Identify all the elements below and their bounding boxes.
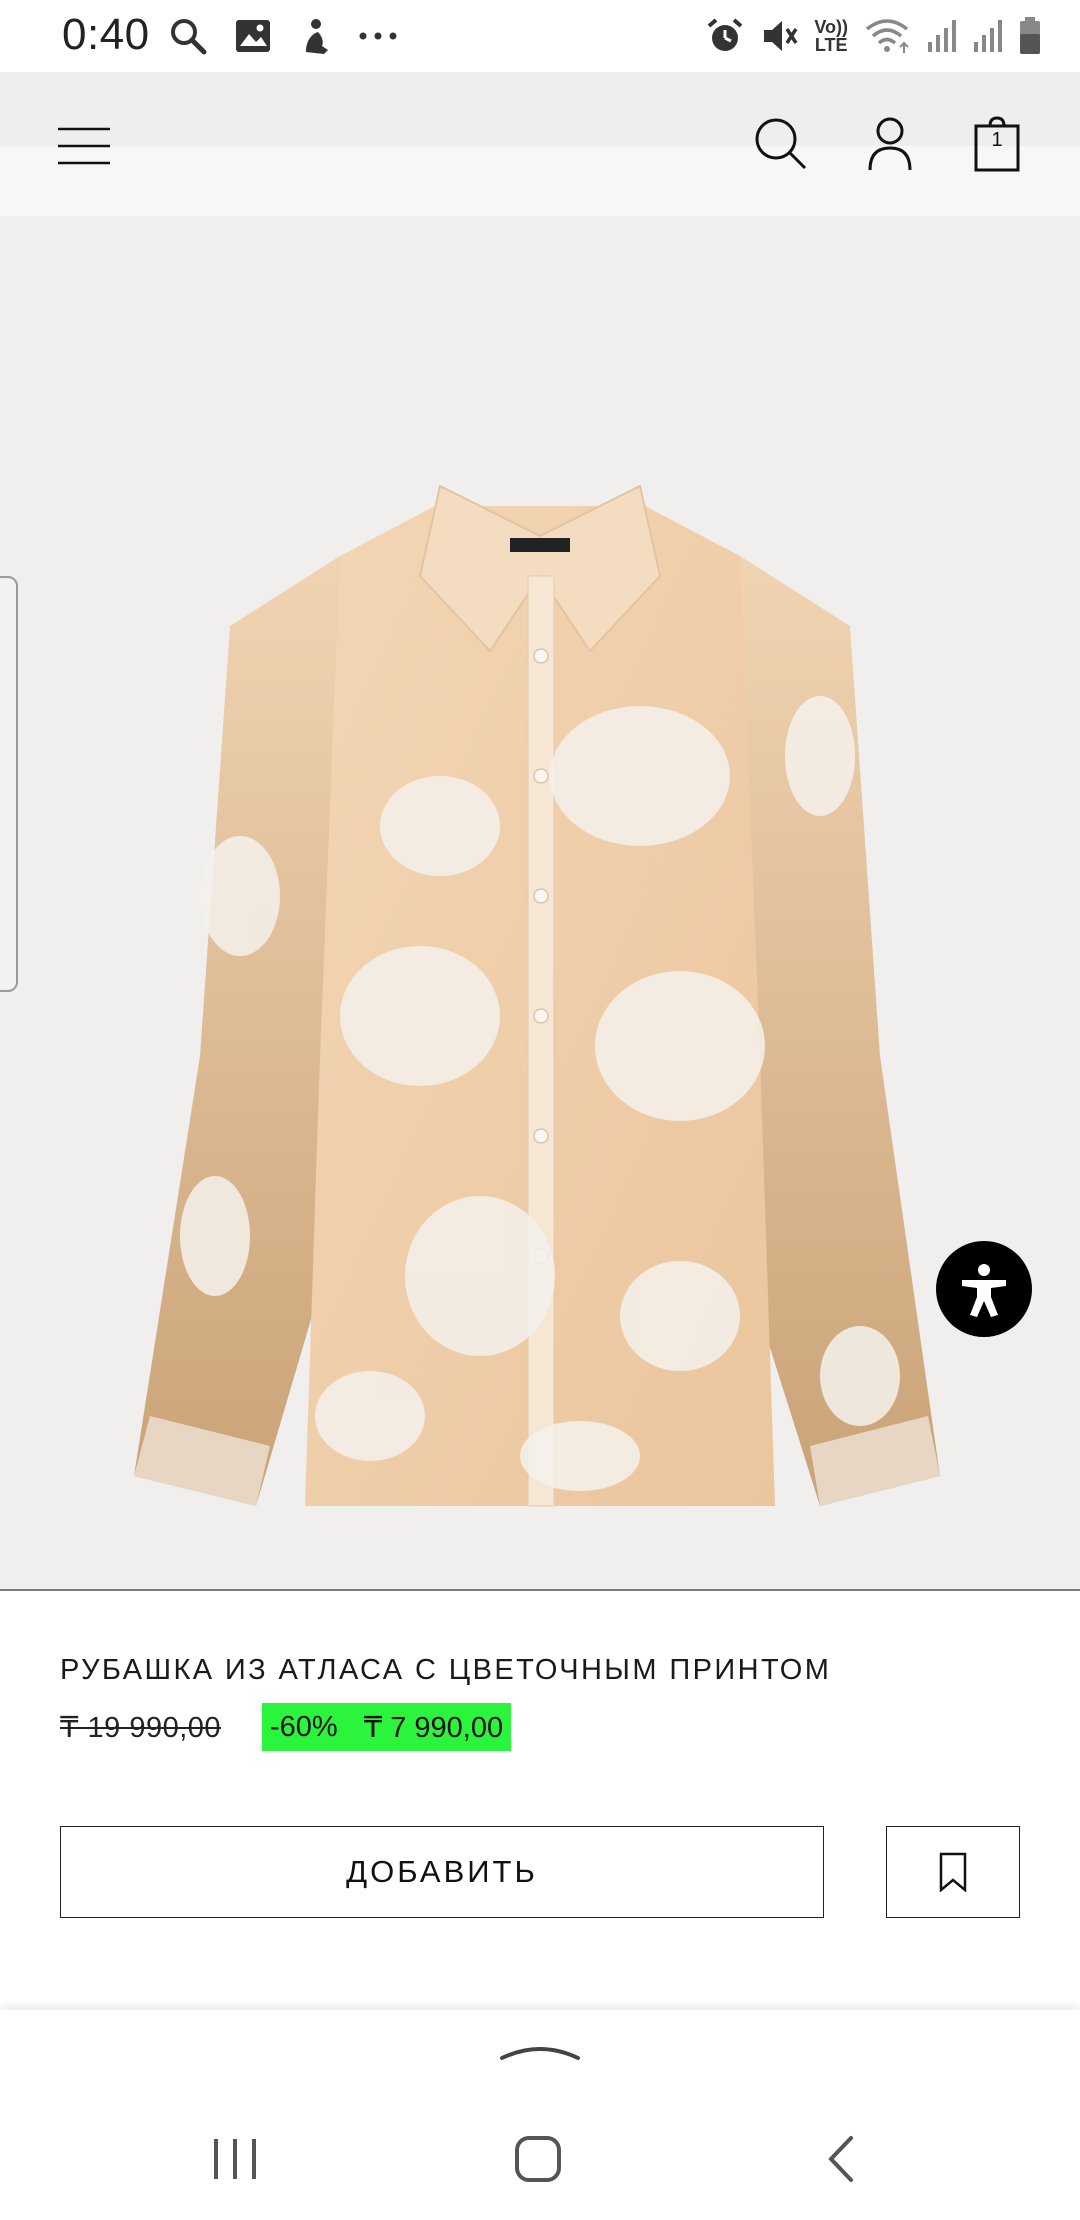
account-icon — [868, 117, 912, 171]
accessibility-icon — [962, 1264, 1006, 1317]
home-button[interactable] — [493, 2114, 583, 2204]
more-notifications-icon — [359, 32, 397, 40]
alarm-icon — [708, 18, 743, 51]
bookmark-icon — [939, 1852, 967, 1892]
app-header: 1 — [0, 72, 1080, 216]
product-image-gallery[interactable] — [0, 216, 1080, 1591]
accessibility-button[interactable] — [936, 1241, 1032, 1337]
menu-icon — [58, 127, 110, 165]
status-time: 0:40 — [62, 10, 150, 59]
notification-icons — [168, 14, 398, 58]
back-button[interactable] — [796, 2114, 886, 2204]
cart-count-badge: 1 — [991, 129, 1003, 151]
battery-icon — [1020, 17, 1040, 54]
volte-icon: Vo)) LTE — [814, 18, 848, 54]
side-drawer-tab[interactable] — [0, 576, 18, 992]
recent-apps-button[interactable] — [190, 2114, 280, 2204]
sale-price: ₸ 7 990,00 — [363, 1711, 504, 1744]
app-notification-icon — [306, 19, 328, 54]
volte-top-label: Vo)) — [814, 17, 848, 37]
mute-icon — [764, 21, 798, 51]
menu-button[interactable] — [50, 116, 118, 176]
system-navigation-bar — [0, 2094, 1080, 2220]
status-bar: 0:40 Vo)) LTE — [0, 0, 1080, 72]
volte-bottom-label: LTE — [814, 35, 848, 55]
original-price: ₸ 19 990,00 — [60, 1712, 222, 1744]
system-status-icons: Vo)) LTE — [706, 12, 1042, 60]
back-icon — [828, 2136, 853, 2182]
product-title: РУБАШКА ИЗ АТЛАСА С ЦВЕТОЧНЫМ ПРИНТОМ — [60, 1654, 832, 1686]
add-to-cart-button[interactable]: ДОБАВИТЬ — [60, 1826, 824, 1918]
chevron-up-icon[interactable] — [498, 2038, 582, 2064]
wifi-icon — [865, 19, 909, 53]
gallery-icon — [236, 20, 270, 52]
discount-percent: -60% — [270, 1710, 338, 1743]
search-button[interactable] — [745, 108, 815, 178]
home-icon — [515, 2136, 561, 2182]
bookmark-button[interactable] — [886, 1826, 1020, 1918]
signal-icon — [928, 20, 956, 52]
sale-price-badge: -60% ₸ 7 990,00 — [262, 1703, 512, 1751]
product-image[interactable] — [120, 456, 960, 1576]
recent-apps-icon — [214, 2139, 256, 2179]
account-button[interactable] — [855, 108, 925, 180]
signal-icon — [974, 20, 1002, 52]
cart-button[interactable]: 1 — [962, 108, 1032, 180]
search-icon — [171, 19, 207, 55]
search-icon — [755, 118, 807, 170]
